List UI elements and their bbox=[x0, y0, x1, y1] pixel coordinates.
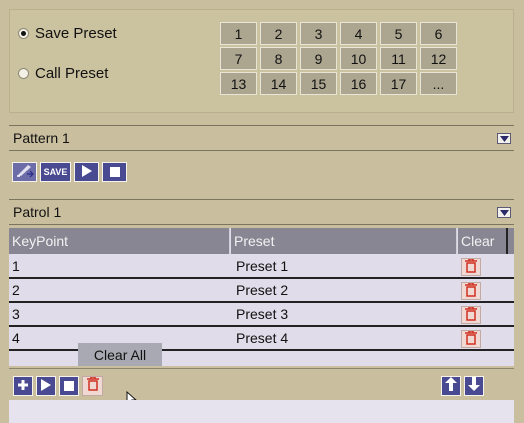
clear-all-tooltip: Clear All bbox=[78, 343, 162, 366]
play-icon bbox=[81, 164, 92, 181]
preset-number-button[interactable]: 9 bbox=[300, 47, 337, 70]
play-pattern-button[interactable] bbox=[74, 162, 99, 182]
pen-icon bbox=[16, 163, 34, 181]
clear-all-button[interactable] bbox=[82, 376, 103, 396]
arrow-up-icon bbox=[445, 377, 457, 395]
preset-cell: Preset 3 bbox=[236, 306, 289, 322]
delete-row-button[interactable] bbox=[461, 329, 481, 348]
save-pattern-button[interactable]: SAVE bbox=[40, 162, 71, 182]
preset-cell: Preset 2 bbox=[236, 282, 289, 298]
keypoint-cell: 3 bbox=[12, 306, 20, 322]
patrol-dropdown-icon[interactable] bbox=[497, 207, 511, 218]
record-pattern-button[interactable] bbox=[12, 162, 37, 182]
preset-number-button[interactable]: 13 bbox=[220, 72, 257, 95]
trash-icon bbox=[465, 305, 477, 324]
keypoint-cell: 2 bbox=[12, 282, 20, 298]
preset-number-button[interactable]: 16 bbox=[340, 72, 377, 95]
stop-icon bbox=[109, 164, 120, 181]
pattern-header[interactable]: Pattern 1 bbox=[9, 125, 514, 151]
call-preset-option[interactable]: Call Preset bbox=[18, 65, 108, 82]
table-row[interactable]: 3 Preset 3 bbox=[9, 303, 514, 327]
patrol-header[interactable]: Patrol 1 bbox=[9, 199, 514, 225]
save-pattern-label: SAVE bbox=[43, 167, 68, 177]
patrol-title: Patrol 1 bbox=[13, 204, 62, 220]
preset-number-button[interactable]: 7 bbox=[220, 47, 257, 70]
preset-number-button[interactable]: 12 bbox=[420, 47, 457, 70]
preset-number-button[interactable]: 3 bbox=[300, 22, 337, 45]
preset-number-button[interactable]: 1 bbox=[220, 22, 257, 45]
call-preset-label: Call Preset bbox=[35, 65, 109, 82]
keypoint-cell: 1 bbox=[12, 258, 20, 274]
preset-number-button[interactable]: 5 bbox=[380, 22, 417, 45]
preset-number-button[interactable]: 4 bbox=[340, 22, 377, 45]
trash-icon bbox=[465, 281, 477, 300]
stop-icon bbox=[64, 378, 74, 395]
table-row[interactable]: 2 Preset 2 bbox=[9, 279, 514, 303]
table-scrollbar[interactable] bbox=[508, 228, 514, 254]
keypoint-cell: 4 bbox=[12, 330, 20, 346]
patrol-toolbar bbox=[9, 368, 514, 408]
trash-icon bbox=[465, 257, 477, 276]
preset-cell: Preset 1 bbox=[236, 258, 289, 274]
bottom-strip bbox=[9, 400, 514, 423]
preset-number-button[interactable]: 10 bbox=[340, 47, 377, 70]
pattern-dropdown-icon[interactable] bbox=[497, 133, 511, 144]
plus-icon bbox=[17, 378, 29, 395]
stop-patrol-button[interactable] bbox=[59, 376, 79, 396]
column-header-clear: Clear bbox=[458, 228, 508, 254]
column-header-keypoint: KeyPoint bbox=[9, 228, 230, 254]
preset-number-button[interactable]: 11 bbox=[380, 47, 417, 70]
play-patrol-button[interactable] bbox=[36, 376, 56, 396]
play-icon bbox=[41, 378, 51, 395]
delete-row-button[interactable] bbox=[461, 305, 481, 324]
delete-row-button[interactable] bbox=[461, 257, 481, 276]
move-down-button[interactable] bbox=[464, 376, 484, 396]
preset-cell: Preset 4 bbox=[236, 330, 289, 346]
trash-icon bbox=[86, 376, 99, 395]
move-up-button[interactable] bbox=[441, 376, 461, 396]
preset-more-button[interactable]: ... bbox=[420, 72, 457, 95]
trash-icon bbox=[465, 329, 477, 348]
delete-row-button[interactable] bbox=[461, 281, 481, 300]
pattern-toolbar: SAVE bbox=[9, 152, 514, 186]
arrow-down-icon bbox=[468, 377, 480, 395]
add-keypoint-button[interactable] bbox=[13, 376, 33, 396]
preset-panel: Save Preset Call Preset 1 2 3 4 5 6 7 8 9 10 11 12 1… bbox=[9, 9, 514, 113]
stop-pattern-button[interactable] bbox=[102, 162, 127, 182]
table-row[interactable]: 1 Preset 1 bbox=[9, 255, 514, 279]
preset-number-button[interactable]: 2 bbox=[260, 22, 297, 45]
preset-number-button[interactable]: 6 bbox=[420, 22, 457, 45]
preset-number-button[interactable]: 14 bbox=[260, 72, 297, 95]
call-preset-radio[interactable] bbox=[18, 68, 29, 79]
save-preset-option[interactable]: Save Preset bbox=[18, 25, 117, 42]
save-preset-radio[interactable] bbox=[18, 28, 29, 39]
preset-number-button[interactable]: 15 bbox=[300, 72, 337, 95]
preset-number-button[interactable]: 8 bbox=[260, 47, 297, 70]
save-preset-label: Save Preset bbox=[35, 25, 117, 42]
pattern-title: Pattern 1 bbox=[13, 130, 70, 146]
column-header-preset: Preset bbox=[231, 228, 457, 254]
preset-number-button[interactable]: 17 bbox=[380, 72, 417, 95]
